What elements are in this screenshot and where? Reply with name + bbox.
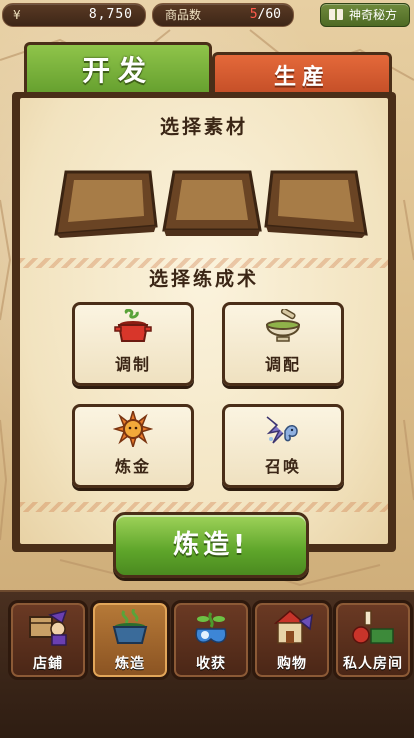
skill-card-summon[interactable]: 召唤	[222, 404, 344, 488]
cauldron-icon	[112, 609, 148, 644]
nav-harvest-button[interactable]: 收获	[171, 600, 251, 680]
goods-count-display: 商品数 5/60	[152, 3, 294, 27]
pot-icon	[114, 309, 152, 342]
skill-label: 调配	[264, 355, 301, 374]
mortar-icon	[265, 309, 301, 342]
status-bar: ¥ 8,750 商品数 5/60 神奇秘方	[0, 0, 414, 28]
harvest-icon	[195, 612, 227, 643]
spirit-icon	[266, 416, 298, 444]
sun-icon	[113, 411, 153, 447]
nav-label: 店鋪	[33, 656, 63, 672]
material-slot-1[interactable]	[52, 168, 160, 240]
alchemy-title: 选择练成术	[148, 268, 259, 290]
goods-max: /60	[257, 7, 281, 22]
goods-label: 商品数	[165, 8, 202, 22]
skill-card-mix[interactable]: 调配	[222, 302, 344, 386]
nav-shop-button[interactable]: 店鋪	[8, 600, 88, 680]
panel-parchment: 选择素材 选择练成术 调制 调配 炼金 召唤	[20, 98, 388, 544]
secret-recipe-button[interactable]: 神奇秘方	[320, 3, 410, 27]
secret-recipe-label: 神奇秘方	[349, 8, 398, 22]
skill-label: 召唤	[264, 457, 301, 476]
book-icon	[329, 9, 343, 20]
market-icon	[273, 610, 313, 644]
nav-label: 购物	[277, 656, 307, 672]
yen-icon: ¥	[13, 8, 21, 22]
nav-label: 炼造	[115, 656, 145, 672]
nav-label: 收获	[196, 656, 226, 672]
skill-label: 炼金	[114, 457, 151, 476]
nav-forge-button[interactable]: 炼造	[90, 600, 170, 680]
development-panel: 选择素材 选择练成术 调制 调配 炼金 召唤	[12, 92, 396, 552]
material-slot-2[interactable]	[158, 168, 266, 240]
materials-title: 选择素材	[159, 116, 248, 138]
skill-label: 调制	[114, 355, 151, 374]
goods-count: 5/60	[250, 4, 281, 26]
bottom-nav: 店鋪 炼造 收获 购物 私人房间	[0, 590, 414, 738]
money-value: 8,750	[88, 7, 133, 22]
room-icon	[352, 610, 394, 644]
nav-private-room-button[interactable]: 私人房间	[333, 600, 413, 680]
money-display: ¥ 8,750	[2, 3, 146, 27]
material-slot-3[interactable]	[262, 168, 370, 240]
shop-icon	[29, 609, 68, 646]
forge-button[interactable]: 炼造!	[113, 512, 309, 578]
nav-shopping-button[interactable]: 购物	[252, 600, 332, 680]
skill-card-blend[interactable]: 调制	[72, 302, 194, 386]
goods-current: 5	[249, 7, 258, 22]
decorative-border	[20, 502, 388, 512]
nav-label: 私人房间	[343, 656, 403, 672]
skill-card-alchemy[interactable]: 炼金	[72, 404, 194, 488]
